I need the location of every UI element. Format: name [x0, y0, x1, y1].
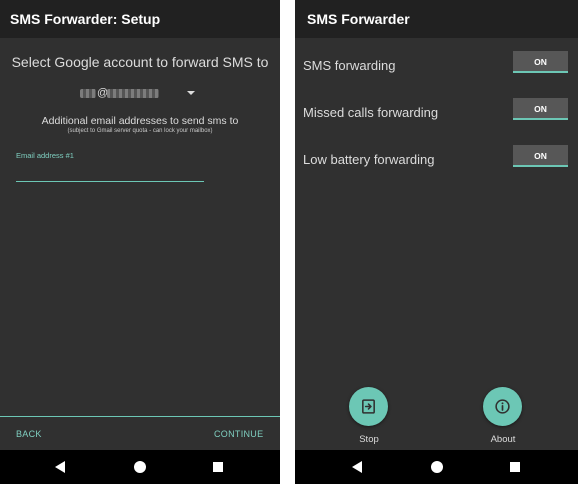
continue-button[interactable]: CONTINUE [214, 429, 263, 439]
exit-icon [362, 399, 375, 414]
nav-back-icon[interactable] [55, 461, 65, 473]
about-button[interactable] [483, 387, 522, 426]
system-nav-bar [0, 450, 280, 484]
system-nav-bar [295, 450, 578, 484]
stop-label: Stop [359, 434, 379, 445]
about-label: About [490, 434, 516, 445]
redacted-email-domain [107, 89, 159, 98]
sms-forwarding-label: SMS forwarding [303, 58, 396, 73]
missed-calls-label: Missed calls forwarding [303, 105, 439, 120]
setup-title: SMS Forwarder: Setup [10, 11, 161, 27]
stop-button[interactable] [349, 387, 388, 426]
setup-app-bar: SMS Forwarder: Setup [0, 0, 280, 38]
additional-emails-heading: Additional email addresses to send sms t… [41, 115, 239, 127]
setting-row-low-battery: Low battery forwarding ON [295, 142, 578, 182]
info-icon [495, 399, 510, 414]
nav-recents-icon[interactable] [510, 462, 520, 472]
nav-home-icon[interactable] [431, 461, 443, 473]
account-dropdown[interactable]: @ [80, 86, 200, 102]
nav-recents-icon[interactable] [213, 462, 223, 472]
low-battery-label: Low battery forwarding [303, 152, 435, 167]
main-title: SMS Forwarder [307, 11, 410, 27]
setup-screen: SMS Forwarder: Setup Select Google accou… [0, 0, 280, 484]
low-battery-toggle[interactable]: ON [513, 145, 568, 167]
main-app-bar: SMS Forwarder [295, 0, 578, 38]
email-field[interactable] [16, 162, 204, 182]
nav-home-icon[interactable] [134, 461, 146, 473]
email-field-label: Email address #1 [16, 151, 74, 160]
setting-row-missed-calls: Missed calls forwarding ON [295, 95, 578, 135]
redacted-email-prefix [80, 89, 96, 98]
nav-back-icon[interactable] [352, 461, 362, 473]
main-screen: SMS Forwarder SMS forwarding ON Missed c… [295, 0, 578, 484]
back-button[interactable]: BACK [16, 429, 42, 439]
missed-calls-toggle[interactable]: ON [513, 98, 568, 120]
select-account-heading: Select Google account to forward SMS to [11, 54, 269, 70]
footer-divider [0, 416, 280, 417]
quota-note: (subject to Gmail server quota - can loc… [67, 128, 213, 134]
setting-row-sms: SMS forwarding ON [295, 48, 578, 88]
chevron-down-icon[interactable] [187, 91, 195, 95]
sms-forwarding-toggle[interactable]: ON [513, 51, 568, 73]
